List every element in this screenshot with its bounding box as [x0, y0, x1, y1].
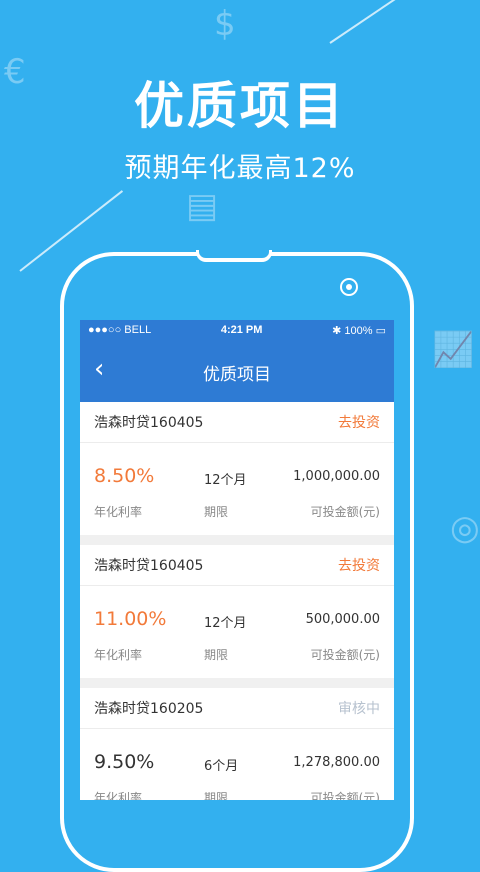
project-card[interactable]: 浩森时贷160405 去投资 11.00% 12个月 500,000.00 年化…	[80, 545, 394, 678]
available-amount: 500,000.00	[305, 612, 380, 627]
term-label: 期限	[204, 648, 229, 662]
battery-label: ✱ 100% ▭	[332, 324, 386, 337]
invest-button[interactable]: 去投资	[338, 412, 380, 432]
term-value: 6个月	[204, 759, 239, 774]
status-bar: ●●●○○ BELL 4:21 PM ✱ 100% ▭	[80, 320, 394, 340]
chart-icon: 📈	[432, 330, 475, 370]
annual-rate: 9.50%	[94, 751, 155, 773]
term-label: 期限	[204, 505, 229, 519]
term-value: 12个月	[204, 616, 247, 631]
project-name: 浩森时贷160405	[94, 558, 204, 574]
rate-label: 年化利率	[94, 648, 143, 662]
money-bag-icon: $	[214, 4, 236, 44]
under-review-status: 审核中	[338, 701, 380, 717]
project-name: 浩森时贷160205	[94, 701, 204, 717]
subheadline: 预期年化最高12%	[124, 153, 356, 184]
nav-bar: ‹ 优质项目	[80, 340, 394, 402]
available-amount: 1,000,000.00	[293, 469, 380, 484]
page-title: 优质项目	[203, 365, 271, 385]
annual-rate: 8.50%	[94, 465, 155, 487]
amount-label: 可投金额(元)	[310, 505, 380, 519]
term-label: 期限	[204, 791, 229, 800]
amount-label: 可投金额(元)	[310, 791, 380, 800]
phone-screen: ●●●○○ BELL 4:21 PM ✱ 100% ▭ ‹ 优质项目 浩森时贷1…	[80, 320, 394, 800]
rate-label: 年化利率	[94, 791, 143, 800]
carrier-label: ●●●○○ BELL	[88, 324, 152, 336]
project-card[interactable]: 浩森时贷160205 审核中 9.50% 6个月 1,278,800.00 年化…	[80, 688, 394, 800]
rate-label: 年化利率	[94, 505, 143, 519]
annual-rate: 11.00%	[94, 608, 167, 630]
headline: 优质项目	[134, 77, 346, 135]
available-amount: 1,278,800.00	[293, 755, 380, 770]
phone-speaker	[196, 250, 272, 262]
project-name: 浩森时贷160405	[94, 415, 204, 431]
battery-percent: 100%	[344, 324, 373, 337]
amount-label: 可投金额(元)	[310, 648, 380, 662]
coin-icon: ◎	[450, 508, 480, 548]
project-card[interactable]: 浩森时贷160405 去投资 8.50% 12个月 1,000,000.00 年…	[80, 402, 394, 535]
decorative-line	[329, 0, 472, 44]
term-value: 12个月	[204, 473, 247, 488]
document-icon: ▤	[186, 186, 219, 226]
clock: 4:21 PM	[220, 324, 263, 336]
camera-icon	[340, 278, 358, 296]
invest-button[interactable]: 去投资	[338, 555, 380, 575]
